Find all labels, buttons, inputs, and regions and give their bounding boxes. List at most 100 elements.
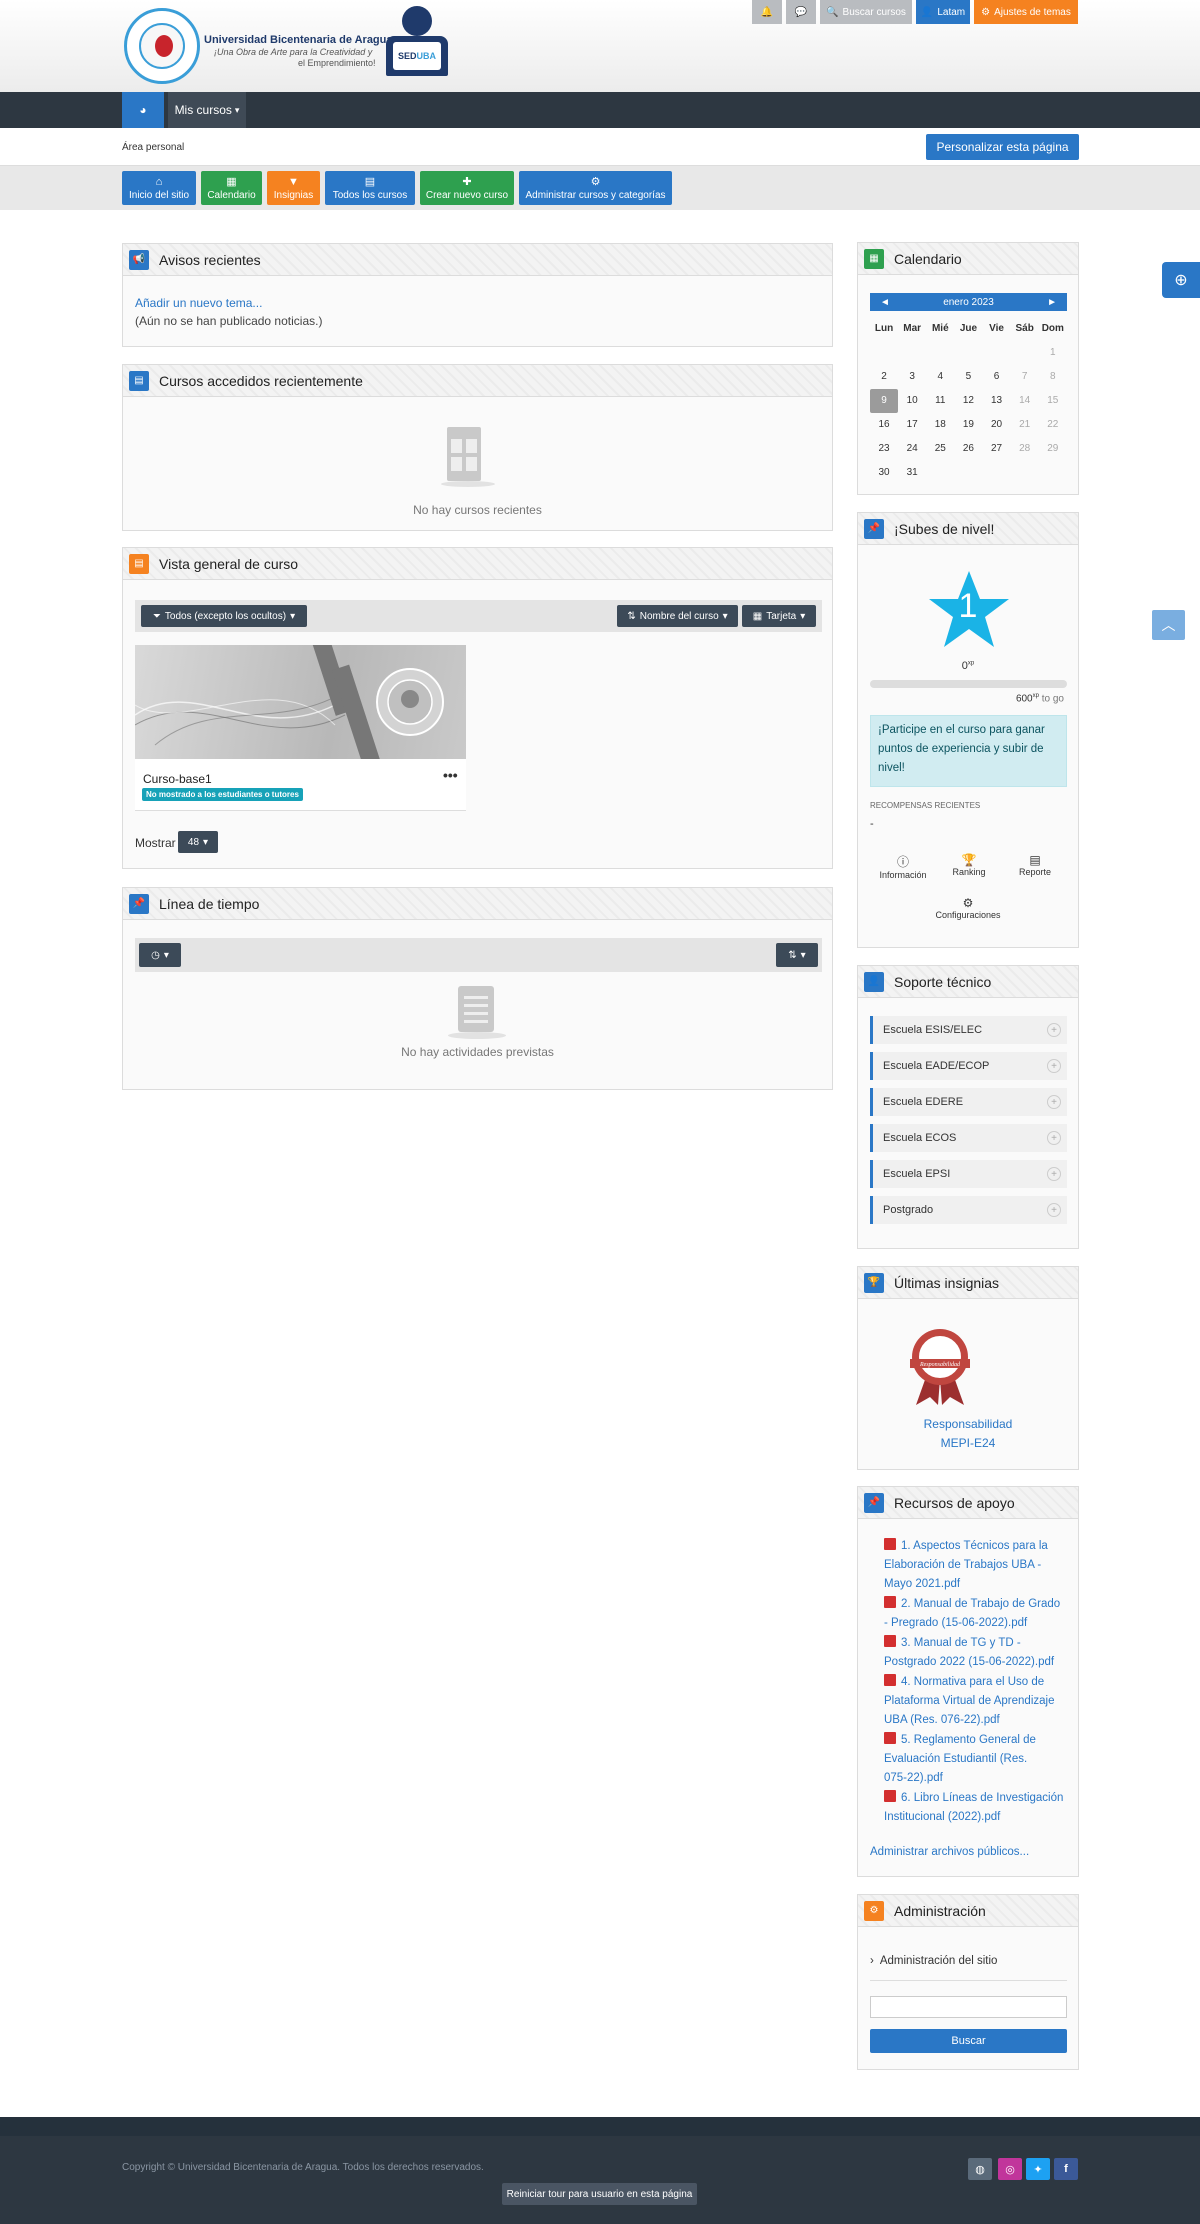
quick-link-badges[interactable]: ▼ Insignias [267, 171, 320, 205]
badge-name-link[interactable]: Responsabilidad MEPI-E24 [858, 1415, 1078, 1453]
resource-link[interactable]: 5. Reglamento General de Evaluación Estud… [884, 1731, 1069, 1788]
breadcrumb[interactable]: Área personal [122, 142, 184, 153]
notifications-button[interactable]: 🔔 [752, 0, 782, 24]
calendar-day[interactable]: 1 [1039, 341, 1067, 365]
calendar-month-label[interactable]: enero 2023 [943, 297, 994, 308]
calendar-day[interactable]: 26 [954, 437, 982, 461]
timeline-day-filter[interactable]: ◷ ▾ [139, 943, 181, 967]
calendar-day[interactable]: 23 [870, 437, 898, 461]
resource-link[interactable]: 1. Aspectos Técnicos para la Elaboración … [884, 1537, 1069, 1594]
instagram-icon[interactable]: ◎ [998, 2158, 1022, 2180]
support-item[interactable]: Postgrado + [870, 1196, 1067, 1224]
support-item[interactable]: Escuela ESIS/ELEC + [870, 1016, 1067, 1044]
calendar-day[interactable]: 13 [983, 389, 1011, 413]
quick-links-bar: ⌂ Inicio del sitio ▦ Calendario ▼ Insignias… [0, 166, 1200, 210]
quick-link-manage-courses[interactable]: ⚙ Administrar cursos y categorías [519, 171, 672, 205]
support-item[interactable]: Escuela EDERE + [870, 1088, 1067, 1116]
facebook-icon[interactable]: f [1054, 2158, 1078, 2180]
chat-icon: 💬 [794, 6, 808, 18]
calendar-day[interactable]: 19 [954, 413, 982, 437]
calendar-day[interactable]: 17 [898, 413, 926, 437]
dashboard-button[interactable]: ◕ [122, 92, 164, 128]
calendar-day[interactable]: 24 [898, 437, 926, 461]
theme-settings-button[interactable]: ⚙ Ajustes de temas [974, 0, 1078, 24]
settings-link[interactable]: ⚙ Configuraciones [858, 896, 1078, 920]
my-courses-menu[interactable]: Mis cursos ▾ [168, 92, 246, 128]
course-card[interactable]: Curso-base1 ••• No mostrado a los estudi… [135, 645, 466, 811]
resource-link[interactable]: 4. Normativa para el Uso de Plataforma Vi… [884, 1673, 1069, 1730]
support-item[interactable]: Escuela ECOS + [870, 1124, 1067, 1152]
next-month-icon[interactable]: ► [1047, 297, 1057, 308]
language-button[interactable]: 👤 Latam [916, 0, 970, 24]
calendar-day[interactable]: 7 [1011, 365, 1039, 389]
website-icon[interactable]: ◍ [968, 2158, 992, 2180]
course-card-image[interactable] [135, 645, 466, 759]
course-sort-dropdown[interactable]: ⇅ Nombre del curso ▾ [617, 605, 738, 627]
support-item[interactable]: Escuela EPSI + [870, 1160, 1067, 1188]
plus-icon[interactable]: + [1047, 1203, 1061, 1217]
calendar-day[interactable]: 25 [926, 437, 954, 461]
plus-icon[interactable]: + [1047, 1023, 1061, 1037]
back-to-top-button[interactable]: ︿ [1152, 610, 1185, 640]
calendar-day[interactable]: 10 [898, 389, 926, 413]
calendar-day[interactable]: 8 [1039, 365, 1067, 389]
quick-link-home[interactable]: ⌂ Inicio del sitio [122, 171, 196, 205]
plus-icon[interactable]: + [1047, 1059, 1061, 1073]
calendar-day[interactable]: 21 [1011, 413, 1039, 437]
ranking-link[interactable]: 🏆 Ranking [936, 853, 1002, 877]
calendar-day[interactable]: 20 [983, 413, 1011, 437]
course-card-name[interactable]: Curso-base1 [143, 772, 212, 786]
calendar-day[interactable]: 16 [870, 413, 898, 437]
restart-tour-button[interactable]: Reiniciar tour para usuario en esta pági… [502, 2183, 697, 2205]
info-link[interactable]: ⓘ Información [870, 853, 936, 880]
calendar-day[interactable]: 6 [983, 365, 1011, 389]
quick-link-all-courses[interactable]: ▤ Todos los cursos [325, 171, 415, 205]
plus-icon[interactable]: + [1047, 1095, 1061, 1109]
university-logo[interactable] [124, 8, 200, 84]
calendar-day[interactable]: 3 [898, 365, 926, 389]
calendar-day[interactable]: 12 [954, 389, 982, 413]
twitter-icon[interactable]: ✦ [1026, 2158, 1050, 2180]
resource-link[interactable]: 2. Manual de Trabajo de Grado - Pregrado … [884, 1595, 1069, 1633]
customize-page-button[interactable]: Personalizar esta página [926, 134, 1079, 160]
calendar-day[interactable]: 15 [1039, 389, 1067, 413]
calendar-day[interactable]: 5 [954, 365, 982, 389]
previous-month-icon[interactable]: ◄ [880, 297, 890, 308]
calendar-day[interactable]: 22 [1039, 413, 1067, 437]
plus-icon[interactable]: + [1047, 1167, 1061, 1181]
messages-button[interactable]: 💬 [786, 0, 816, 24]
manage-public-files-link[interactable]: Administrar archivos públicos... [870, 1846, 1029, 1858]
quick-link-new-course[interactable]: ✚ Crear nuevo curso [420, 171, 514, 205]
calendar-day[interactable]: 4 [926, 365, 954, 389]
show-count-dropdown[interactable]: 48 ▾ [178, 831, 218, 853]
site-administration-link[interactable]: › Administración del sitio [870, 1955, 997, 1967]
report-link[interactable]: ▤ Reporte [1002, 853, 1068, 877]
calendar-day[interactable]: 29 [1039, 437, 1067, 461]
show-count-label: Mostrar [135, 836, 176, 850]
admin-search-button[interactable]: Buscar [870, 2029, 1067, 2053]
add-news-link[interactable]: Añadir un nuevo tema... [135, 296, 262, 310]
support-item[interactable]: Escuela EADE/ECOP + [870, 1052, 1067, 1080]
calendar-day[interactable]: 14 [1011, 389, 1039, 413]
resource-link[interactable]: 6. Libro Líneas de Investigación Instituc… [884, 1789, 1069, 1827]
calendar-day[interactable]: 11 [926, 389, 954, 413]
calendar-day[interactable]: 30 [870, 461, 898, 485]
calendar-day[interactable]: 9 [870, 389, 899, 413]
timeline-sort-filter[interactable]: ⇅ ▾ [776, 943, 818, 967]
admin-search-input[interactable] [870, 1996, 1067, 2018]
quick-link-calendar[interactable]: ▦ Calendario [201, 171, 262, 205]
search-courses-button[interactable]: 🔍 Buscar cursos [820, 0, 912, 24]
resource-link[interactable]: 3. Manual de TG y TD - Postgrado 2022 (15… [884, 1634, 1069, 1672]
course-overview-header: ▤ Vista general de curso [123, 548, 832, 580]
more-actions-icon[interactable]: ••• [443, 767, 458, 783]
calendar-day[interactable]: 2 [870, 365, 898, 389]
course-filter-dropdown[interactable]: ⏷ Todos (excepto los ocultos) ▾ [141, 605, 307, 627]
calendar-day[interactable]: 28 [1011, 437, 1039, 461]
calendar-day[interactable]: 27 [983, 437, 1011, 461]
calendar-day[interactable]: 18 [926, 413, 954, 437]
plus-icon[interactable]: + [1047, 1131, 1061, 1145]
accessibility-button[interactable]: ⊕ [1162, 262, 1200, 298]
course-view-dropdown[interactable]: ▦ Tarjeta ▾ [742, 605, 816, 627]
responsibility-badge-icon[interactable]: Responsabilidad [908, 1327, 972, 1407]
calendar-day[interactable]: 31 [898, 461, 926, 485]
